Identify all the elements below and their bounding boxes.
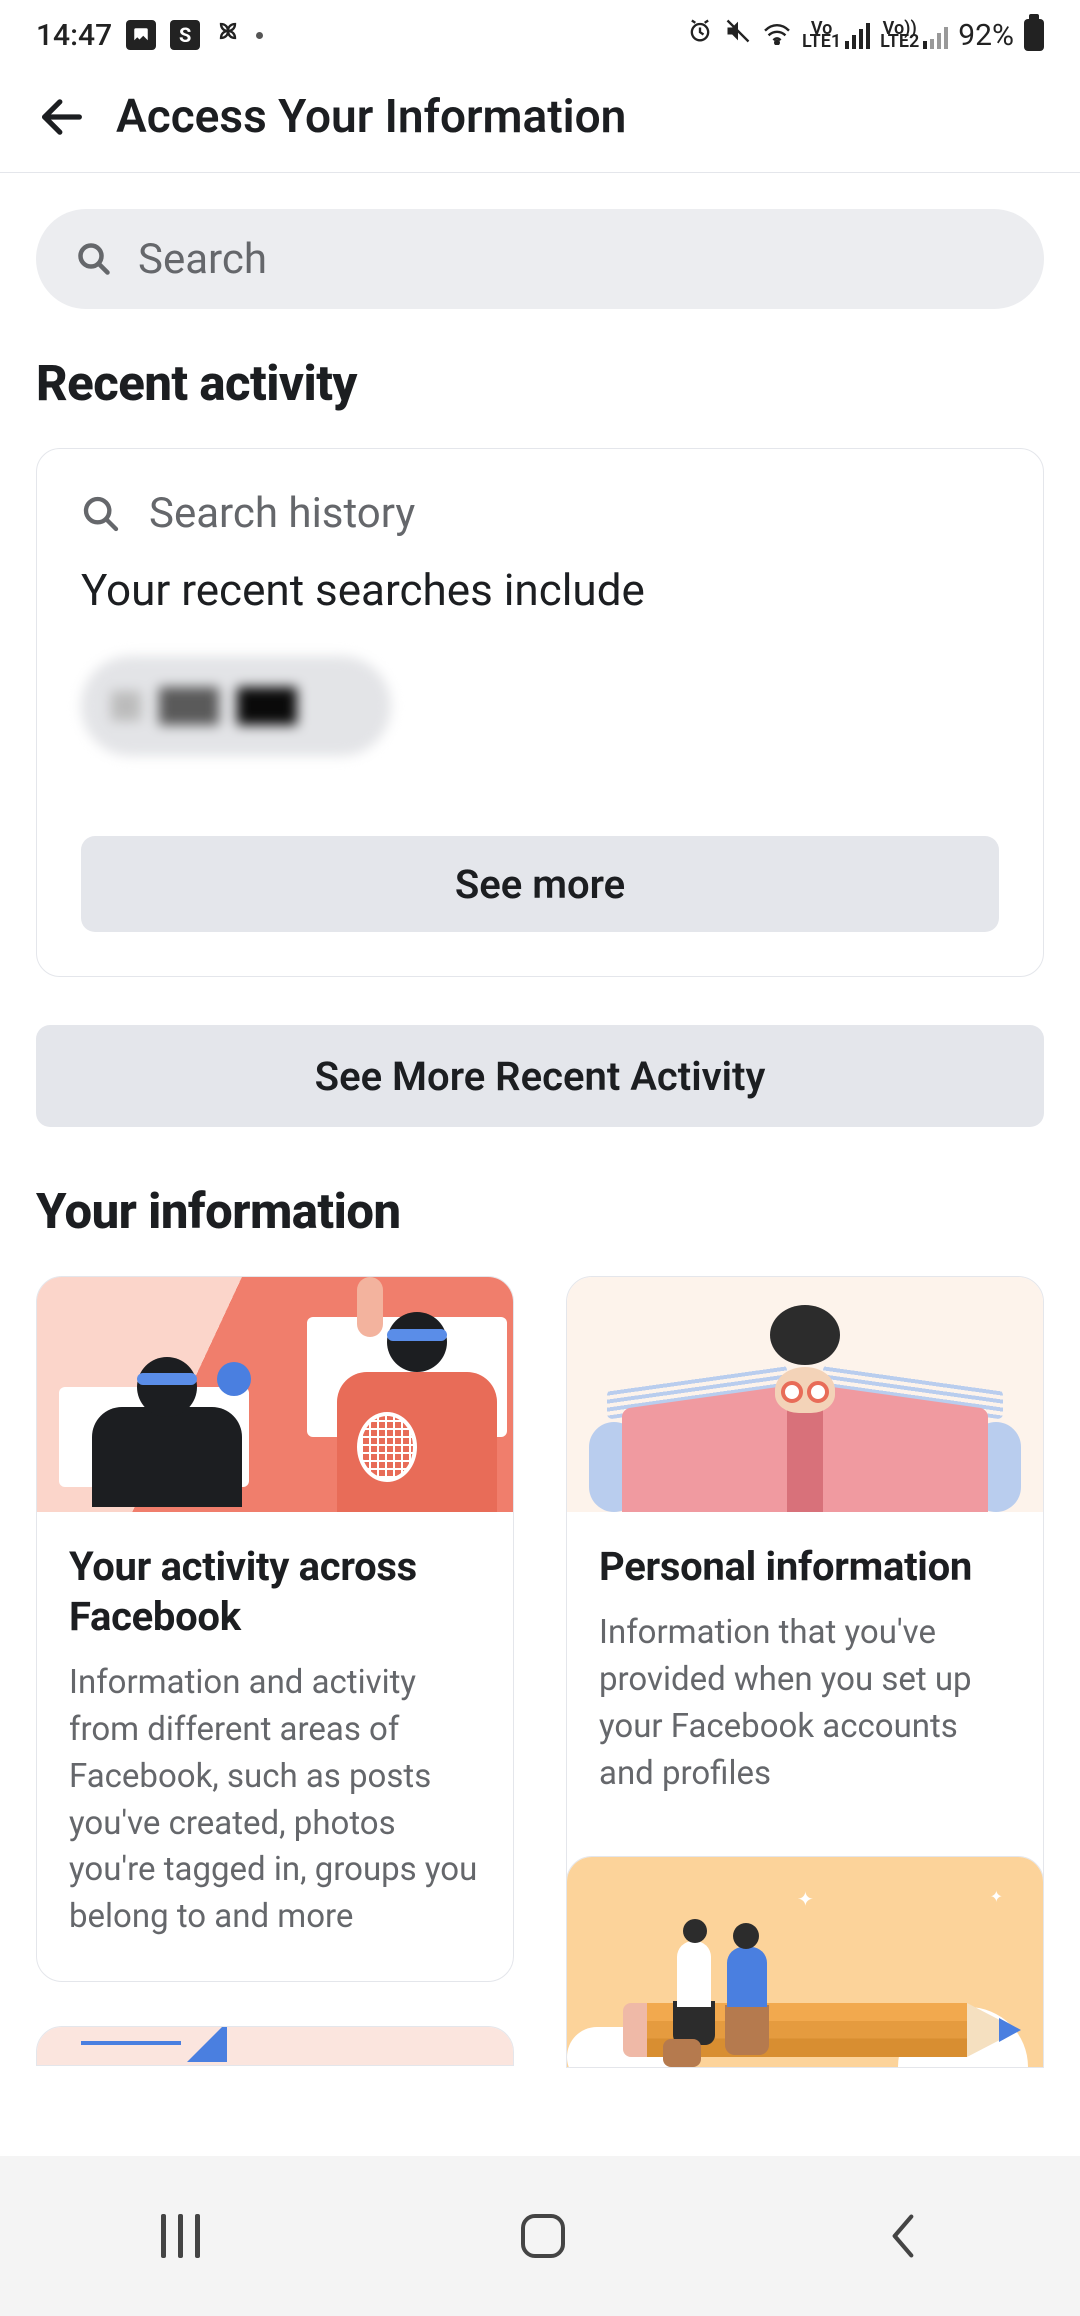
battery-percent: 92% [958, 18, 1014, 53]
see-more-recent-activity-label: See More Recent Activity [315, 1053, 766, 1100]
s-app-icon: S [170, 20, 200, 50]
partial-illustration-1 [37, 2027, 513, 2065]
nav-back-icon[interactable] [886, 2211, 920, 2261]
mute-icon [724, 17, 752, 53]
info-card-activity[interactable]: Your activity across Facebook Informatio… [36, 1276, 514, 1982]
content: Search Recent activity Search history Yo… [0, 173, 1080, 2104]
search-icon [76, 241, 112, 277]
your-information-heading: Your information [36, 1183, 1044, 1240]
info-card-desc: Information and activity from different … [69, 1660, 481, 1941]
signal2-icon [923, 27, 948, 49]
pinwheel-icon [214, 17, 242, 53]
search-history-title: Search history [149, 489, 415, 538]
search-input[interactable]: Search [36, 209, 1044, 309]
recent-activity-heading: Recent activity [36, 355, 1044, 412]
status-time: 14:47 [36, 18, 112, 53]
recent-search-chip[interactable] [81, 656, 391, 756]
back-arrow-icon[interactable] [36, 91, 88, 143]
search-history-header[interactable]: Search history [81, 489, 999, 538]
see-more-recent-activity-button[interactable]: See More Recent Activity [36, 1025, 1044, 1127]
search-history-subtitle: Your recent searches include [81, 564, 999, 616]
gallery-icon [126, 20, 156, 50]
search-history-card: Search history Your recent searches incl… [36, 448, 1044, 977]
see-more-button[interactable]: See more [81, 836, 999, 932]
info-card-desc: Information that you've provided when yo… [599, 1610, 1011, 1797]
nav-home-icon[interactable] [521, 2214, 565, 2258]
nav-recent-icon[interactable] [161, 2214, 200, 2258]
page-title: Access Your Information [116, 90, 626, 144]
wifi-icon [762, 18, 792, 53]
info-card-title: Your activity across Facebook [69, 1542, 481, 1642]
info-card-partial-2[interactable]: ✦ ✦ [566, 1856, 1044, 2068]
status-right: Vo LTE1 Vo)) LTE2 92% [686, 17, 1044, 53]
system-nav-bar [0, 2156, 1080, 2316]
signal1-icon [845, 23, 870, 49]
sim2-group: Vo)) LTE2 [880, 22, 948, 49]
info-grid: Your activity across Facebook Informatio… [36, 1276, 1044, 2068]
battery-icon [1024, 19, 1044, 51]
search-history-icon [81, 494, 121, 534]
status-left: 14:47 S [36, 17, 263, 53]
alarm-icon [686, 17, 714, 53]
pencil-illustration: ✦ ✦ [567, 1857, 1043, 2067]
see-more-label: See more [455, 861, 625, 908]
sim1-group: Vo LTE1 [802, 22, 870, 49]
app-bar: Access Your Information [0, 70, 1080, 173]
search-placeholder: Search [138, 235, 267, 284]
info-card-title: Personal information [599, 1542, 1011, 1592]
personal-illustration [567, 1277, 1043, 1512]
more-notifications-dot [256, 32, 263, 39]
status-bar: 14:47 S Vo LTE1 Vo)) LTE2 [0, 0, 1080, 70]
info-card-partial-1[interactable] [36, 2026, 514, 2066]
activity-illustration [37, 1277, 513, 1512]
